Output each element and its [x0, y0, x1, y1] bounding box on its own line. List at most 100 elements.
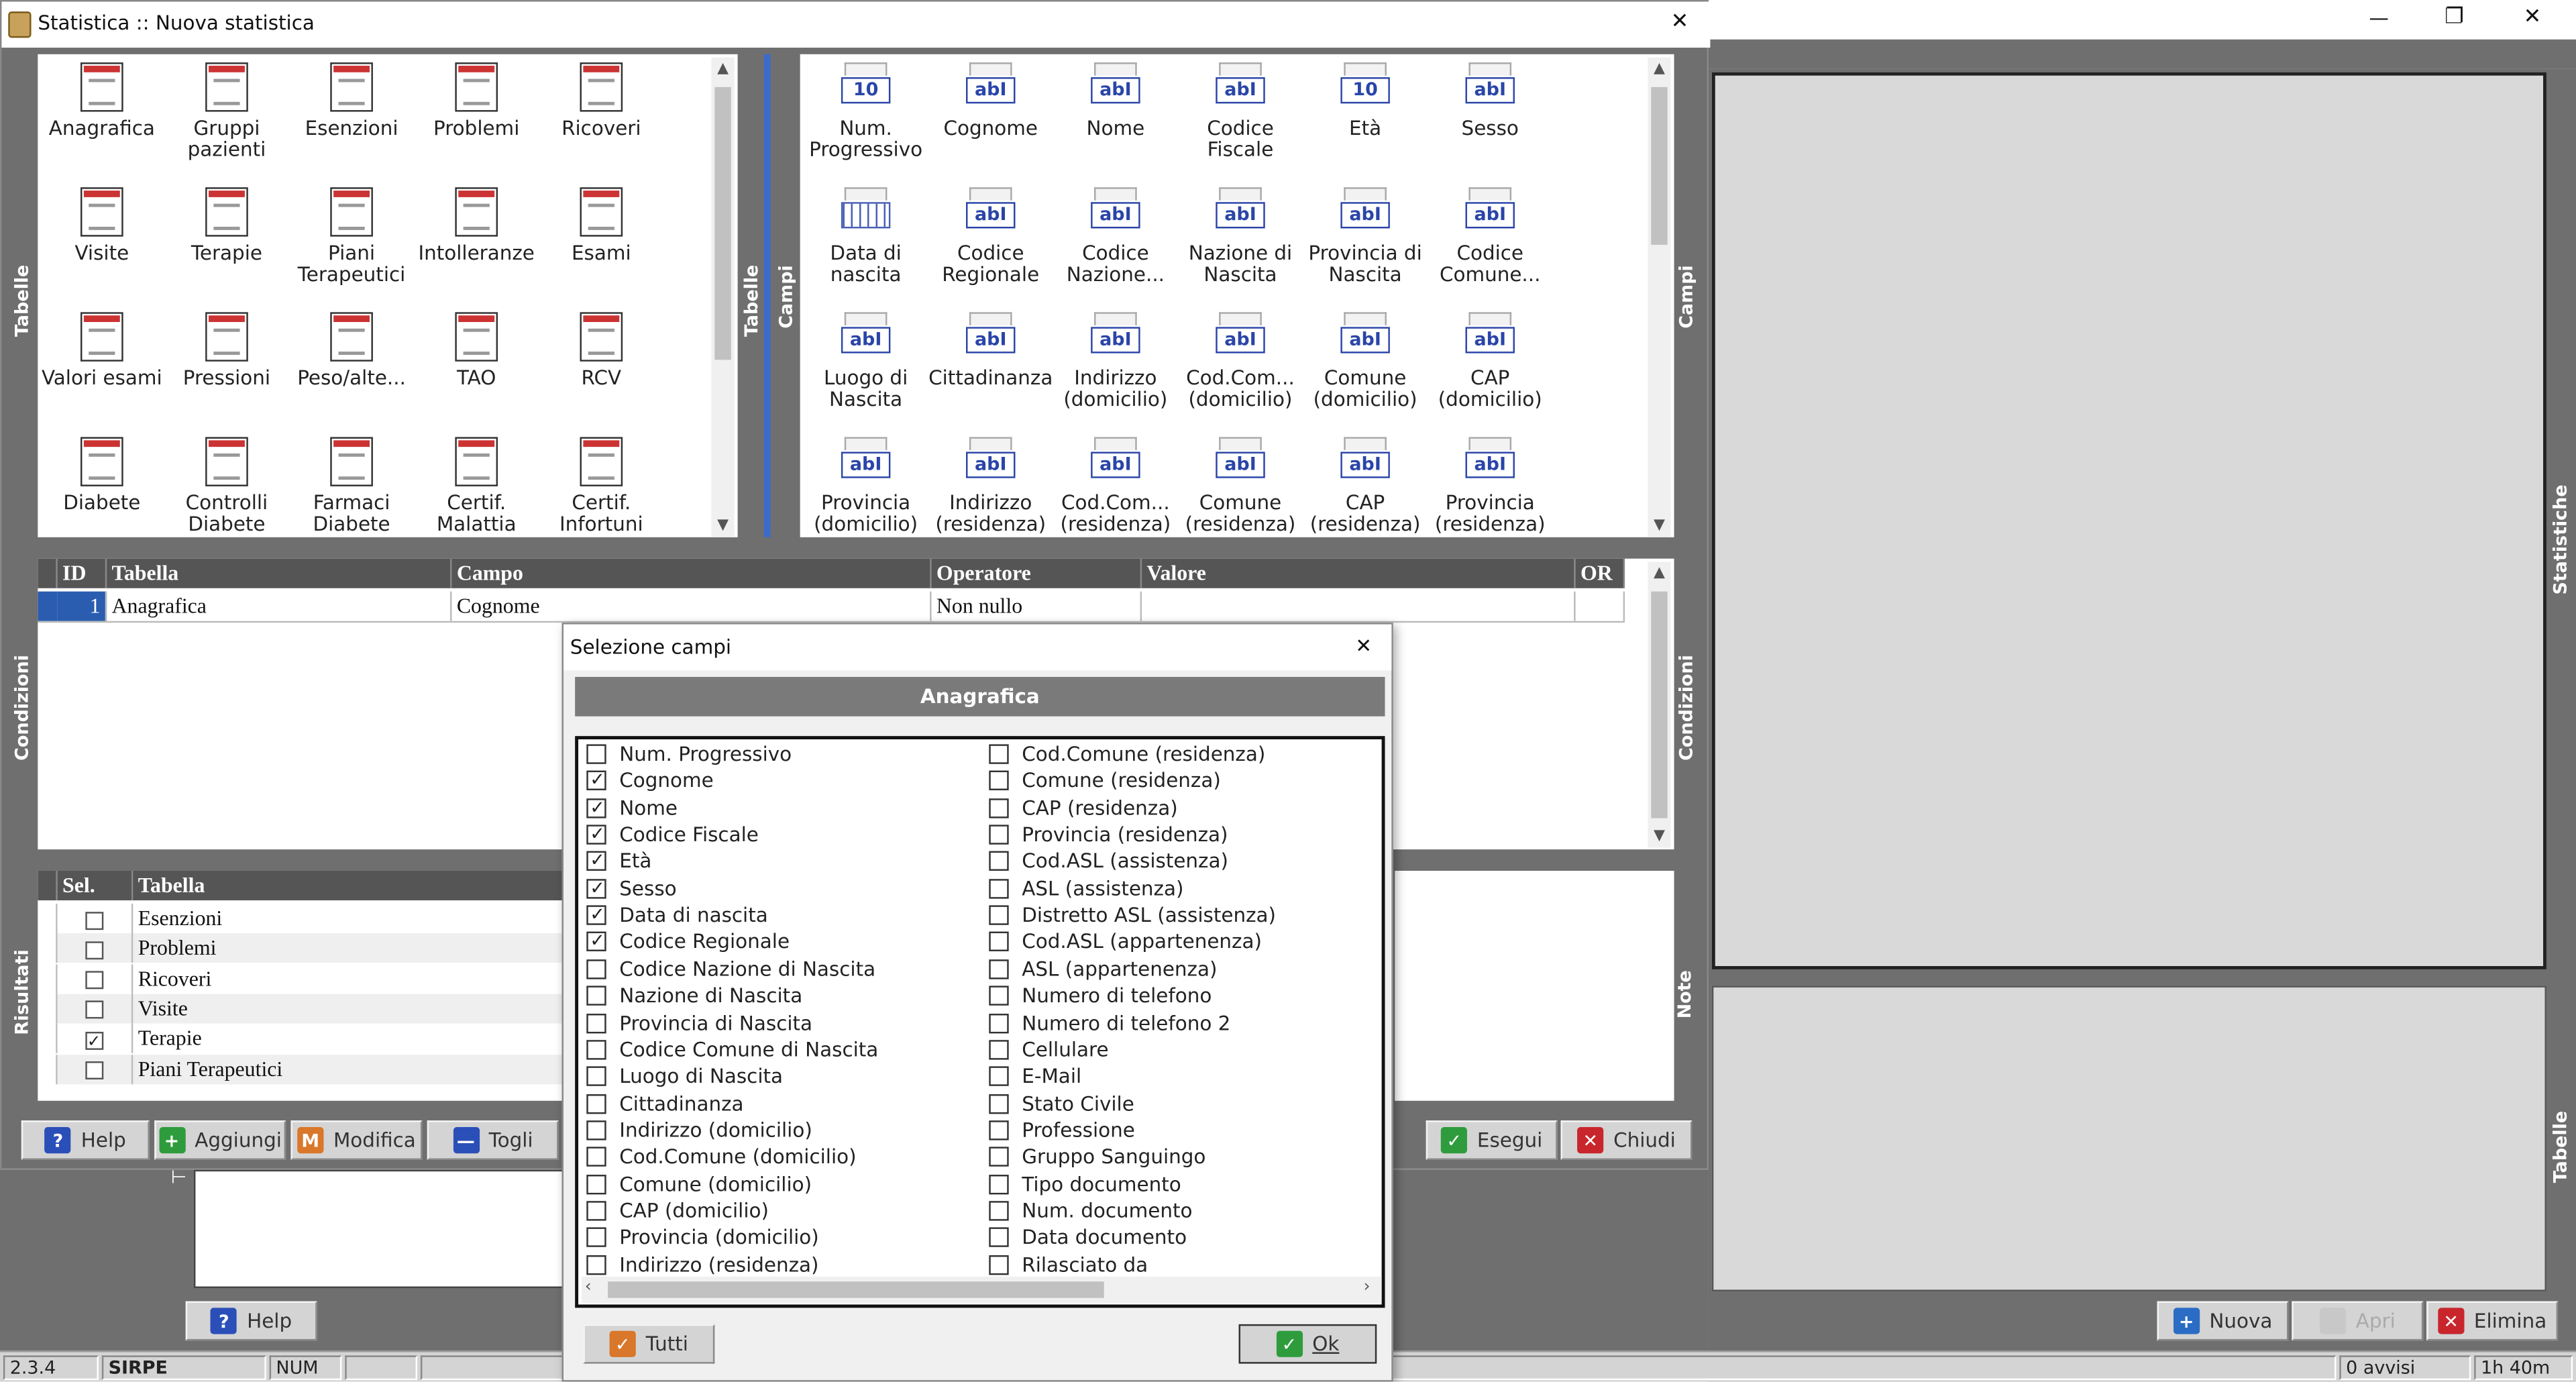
field-checkbox-item[interactable]: Num. Progressivo [586, 741, 792, 767]
field-checkbox-item[interactable]: CAP (domicilio) [586, 1198, 769, 1224]
esegui-button[interactable]: ✓ Esegui [1426, 1120, 1558, 1160]
field-checkbox-item[interactable]: Età [586, 849, 651, 875]
fields-scrollbar[interactable]: ▲ ▼ [1648, 57, 1671, 537]
help-button[interactable]: ? Help [21, 1120, 150, 1160]
cond-cell-or[interactable] [1576, 591, 1625, 621]
checkbox[interactable] [989, 1228, 1009, 1248]
checkbox[interactable] [586, 1093, 606, 1114]
res-row-select[interactable] [57, 994, 133, 1024]
checkbox[interactable] [85, 911, 104, 929]
checkbox[interactable] [85, 1028, 104, 1057]
res-row-label[interactable]: Terapie [133, 1024, 567, 1054]
field-item[interactable]: abI Cittadinanza [928, 312, 1053, 389]
table-item[interactable]: Piani Terapeutici [289, 187, 414, 286]
checkbox[interactable] [989, 1201, 1009, 1221]
cond-cell-id[interactable]: 1 [57, 591, 107, 621]
table-item[interactable]: Esenzioni [289, 62, 414, 140]
table-item[interactable]: RCV [539, 312, 663, 389]
checkbox[interactable] [586, 929, 606, 955]
table-item[interactable]: Controlli Diabete [164, 437, 289, 535]
checkbox[interactable] [989, 744, 1009, 764]
field-checkbox-item[interactable]: Comune (domicilio) [586, 1171, 812, 1197]
field-checkbox-item[interactable]: Luogo di Nascita [586, 1063, 783, 1089]
checkbox[interactable] [586, 1147, 606, 1167]
field-checkbox-item[interactable]: Codice Nazione di Nascita [586, 956, 875, 982]
field-item[interactable]: abI Codice Comune... [1428, 187, 1552, 286]
checkbox[interactable] [586, 1255, 606, 1275]
checkbox[interactable] [586, 1066, 606, 1087]
modifica-button[interactable]: M Modifica [290, 1120, 423, 1160]
checkbox[interactable] [586, 1120, 606, 1140]
cond-cell-operatore[interactable]: Non nullo [932, 591, 1142, 621]
field-checkbox-item[interactable]: Codice Fiscale [586, 822, 759, 848]
field-checkbox-item[interactable]: Cellulare [989, 1036, 1109, 1063]
table-item[interactable]: Terapie [164, 187, 289, 264]
minimize-button[interactable]: — [2369, 7, 2388, 30]
field-item[interactable]: abI Codice Fiscale [1178, 62, 1303, 161]
table-item[interactable]: Diabete [40, 437, 164, 514]
table-item[interactable]: Certif. Infortuni [539, 437, 663, 535]
togli-button[interactable]: — Togli [427, 1120, 559, 1160]
checkbox[interactable] [586, 986, 606, 1006]
field-item[interactable]: abI Indirizzo (residenza) [928, 437, 1053, 535]
checkbox[interactable] [586, 744, 606, 764]
field-checkbox-item[interactable]: Num. documento [989, 1198, 1192, 1224]
checkbox[interactable] [989, 798, 1009, 818]
field-item[interactable]: abI Cognome [928, 62, 1053, 140]
scroll-down-icon[interactable]: ▼ [1648, 825, 1670, 847]
checkbox[interactable] [586, 768, 606, 794]
scroll-thumb[interactable] [1651, 591, 1668, 818]
field-item[interactable]: abI Luogo di Nascita [804, 312, 928, 411]
table-item[interactable]: Valori esami [40, 312, 164, 389]
checkbox[interactable] [586, 822, 606, 848]
checkbox[interactable] [989, 1174, 1009, 1194]
checkbox[interactable] [586, 1039, 606, 1060]
field-item[interactable]: abI Codice Nazione... [1053, 187, 1178, 286]
apri-button[interactable]: Apri [2292, 1301, 2424, 1341]
res-row-select[interactable] [57, 933, 133, 963]
table-item[interactable]: Gruppi pazienti [164, 62, 289, 161]
field-checkbox-item[interactable]: E-Mail [989, 1063, 1081, 1089]
checkbox[interactable] [989, 1039, 1009, 1060]
table-item[interactable]: Problemi [414, 62, 539, 140]
res-row-select[interactable] [57, 963, 133, 994]
field-item[interactable]: abI Provincia (residenza) [1428, 437, 1552, 535]
field-item[interactable]: Data di nascita [804, 187, 928, 286]
restore-button[interactable]: ❐ [2445, 5, 2464, 30]
scroll-up-icon[interactable]: ▲ [1648, 58, 1670, 81]
scroll-right-icon[interactable]: › [1364, 1278, 1371, 1296]
field-checkbox-item[interactable]: Provincia (domicilio) [586, 1224, 819, 1251]
main-close-button[interactable]: ✕ [1671, 10, 1689, 35]
res-row-label[interactable]: Ricoveri [133, 963, 567, 994]
checkbox[interactable] [586, 795, 606, 821]
scroll-up-icon[interactable]: ▲ [1648, 562, 1670, 585]
field-checkbox-item[interactable]: Numero di telefono [989, 983, 1212, 1009]
field-item[interactable]: abI Nome [1053, 62, 1178, 140]
res-row-label[interactable]: Piani Terapeutici [133, 1054, 567, 1084]
checkbox[interactable] [586, 959, 606, 979]
res-row-label[interactable]: Esenzioni [133, 903, 567, 934]
tables-scrollbar[interactable]: ▲ ▼ [711, 57, 735, 537]
checkbox[interactable] [586, 1012, 606, 1033]
table-item[interactable]: Ricoveri [539, 62, 663, 140]
checkbox[interactable] [586, 1201, 606, 1221]
res-row-select[interactable] [57, 1024, 133, 1057]
field-item[interactable]: 10 Num. Progressivo [804, 62, 928, 161]
checkbox[interactable] [989, 1120, 1009, 1140]
nuova-button[interactable]: + Nuova [2157, 1301, 2289, 1341]
field-item[interactable]: abI Indirizzo (domicilio) [1053, 312, 1178, 411]
field-checkbox-item[interactable]: Data di nascita [586, 902, 768, 928]
field-item[interactable]: 10 Età [1303, 62, 1428, 140]
field-checkbox-item[interactable]: Stato Civile [989, 1090, 1134, 1116]
field-checkbox-item[interactable]: Data documento [989, 1224, 1187, 1251]
checkbox[interactable] [989, 1093, 1009, 1114]
checkbox[interactable] [989, 905, 1009, 926]
field-item[interactable]: abI Sesso [1428, 62, 1552, 140]
horizontal-scrollbar[interactable]: ‹ › [581, 1276, 1382, 1304]
table-item[interactable]: Peso/alte... [289, 312, 414, 389]
cond-cell-tabella[interactable]: Anagrafica [107, 591, 452, 621]
checkbox[interactable] [989, 1255, 1009, 1275]
res-row-select[interactable] [57, 1054, 133, 1084]
table-item[interactable]: Anagrafica [40, 62, 164, 140]
res-row-label[interactable]: Visite [133, 994, 567, 1024]
